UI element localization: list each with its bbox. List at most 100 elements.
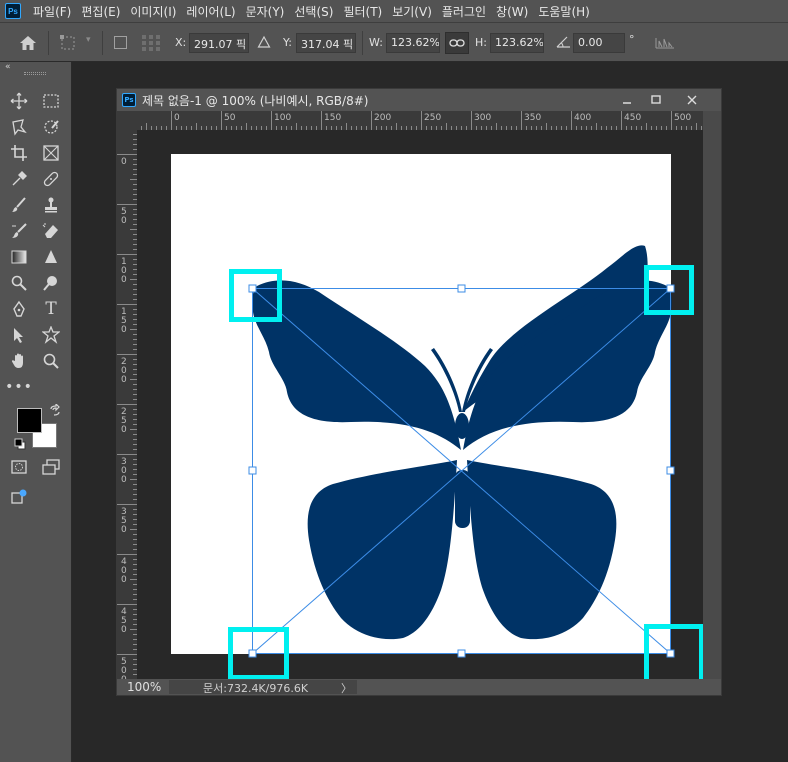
- reference-grid-icon: [140, 33, 162, 53]
- quick-mask-icon[interactable]: [6, 456, 32, 478]
- document-window: Ps 제목 없음-1 @ 100% (나비예시, RGB/8#) 0 50 100 1…: [116, 88, 722, 696]
- menu-plugins[interactable]: 플러그인: [437, 3, 491, 20]
- transform-handle-top-right[interactable]: [666, 284, 675, 293]
- ruler-v-label: 0: [121, 157, 127, 167]
- ruler-h-label: 500: [674, 113, 691, 123]
- pen-icon[interactable]: [6, 298, 32, 320]
- blur-icon[interactable]: [38, 246, 64, 268]
- lasso-icon[interactable]: [6, 116, 32, 138]
- transform-handle-right[interactable]: [666, 466, 675, 475]
- ruler-v-label: 0: [121, 575, 127, 585]
- menu-help[interactable]: 도움말(H): [533, 3, 595, 20]
- tools-panel: « T •••: [0, 62, 72, 762]
- menu-image[interactable]: 이미지(I): [125, 3, 181, 20]
- x-position-field[interactable]: 291.07 픽: [189, 33, 249, 53]
- menu-view[interactable]: 보기(V): [387, 3, 437, 20]
- menu-filter[interactable]: 필터(T): [338, 3, 387, 20]
- more-tools-icon[interactable]: •••: [5, 376, 32, 398]
- ruler-corner[interactable]: [117, 111, 137, 130]
- transform-handle-bottom-right[interactable]: [666, 649, 675, 658]
- ruler-v-label: 0: [121, 275, 127, 285]
- type-tool-icon[interactable]: T: [38, 298, 64, 320]
- crop-icon[interactable]: [6, 142, 32, 164]
- rotation-field[interactable]: 0.00: [573, 33, 625, 53]
- menu-select[interactable]: 선택(S): [289, 3, 338, 20]
- ruler-h-label: 0: [174, 113, 180, 123]
- gradient-icon[interactable]: [6, 246, 32, 268]
- zoom-icon[interactable]: [38, 350, 64, 372]
- default-colors-icon[interactable]: [14, 438, 26, 450]
- vertical-scrollbar[interactable]: [703, 111, 721, 679]
- menu-window[interactable]: 창(W): [491, 3, 533, 20]
- menu-layer[interactable]: 레이어(L): [181, 3, 240, 20]
- ruler-h-label: 50: [224, 113, 236, 123]
- minimize-icon[interactable]: [614, 91, 640, 109]
- swap-colors-icon[interactable]: [48, 402, 62, 418]
- ruler-h-label: 200: [374, 113, 391, 123]
- move-tool-icon[interactable]: [6, 90, 32, 112]
- transform-handle-bottom[interactable]: [457, 649, 466, 658]
- photoshop-logo-icon: Ps: [5, 3, 21, 19]
- frame-tool-icon[interactable]: [38, 142, 64, 164]
- width-field[interactable]: 123.62%: [386, 33, 440, 53]
- ruler-v-label: 0: [121, 425, 127, 435]
- foreground-color-swatch[interactable]: [17, 408, 42, 433]
- menu-bar: Ps 파일(F) 편집(E) 이미지(I) 레이어(L) 문자(Y) 선택(S)…: [0, 0, 788, 22]
- brush-icon[interactable]: [6, 194, 32, 216]
- close-icon[interactable]: [679, 91, 705, 109]
- separator: [48, 31, 49, 55]
- maximize-icon[interactable]: [643, 91, 669, 109]
- collapse-panel-icon[interactable]: «: [5, 62, 11, 72]
- chevron-down-icon[interactable]: ▾: [86, 35, 91, 45]
- history-brush-icon[interactable]: [6, 220, 32, 242]
- zoom-level[interactable]: 100%: [127, 680, 161, 694]
- h-label: H:: [475, 36, 487, 49]
- transform-handle-top-left[interactable]: [248, 284, 257, 293]
- y-position-field[interactable]: 317.04 픽: [296, 33, 356, 53]
- menu-type[interactable]: 문자(Y): [241, 3, 290, 20]
- ruler-h-label: 300: [474, 113, 491, 123]
- link-icon[interactable]: [445, 32, 469, 54]
- ruler-h-label: 150: [324, 113, 341, 123]
- path-selection-icon[interactable]: [6, 324, 32, 346]
- document-info[interactable]: 문서:732.4K/976.6K: [169, 680, 357, 695]
- quick-selection-icon[interactable]: [38, 116, 64, 138]
- menu-edit[interactable]: 편집(E): [76, 3, 125, 20]
- panel-grip[interactable]: [24, 72, 46, 75]
- transform-handle-top[interactable]: [457, 284, 466, 293]
- dodge-icon[interactable]: [6, 272, 32, 294]
- horizontal-ruler[interactable]: 0 50 100 150 200 250 300 350 400 450 500: [137, 111, 703, 130]
- screen-mode-icon[interactable]: [38, 456, 64, 478]
- clone-stamp-icon[interactable]: [38, 194, 64, 216]
- ruler-v-label: 0: [121, 375, 127, 385]
- highlight-top-left: [229, 269, 282, 322]
- document-title: 제목 없음-1 @ 100% (나비예시, RGB/8#): [142, 93, 369, 108]
- ruler-v-label: 0: [121, 216, 127, 226]
- sponge-icon[interactable]: [38, 272, 64, 294]
- hand-icon[interactable]: [6, 350, 32, 372]
- transform-handle-bottom-left[interactable]: [248, 649, 257, 658]
- ruler-v-label: 0: [121, 625, 127, 635]
- eraser-icon[interactable]: [38, 220, 64, 242]
- interpolation-icon[interactable]: [654, 35, 676, 49]
- reference-checkbox[interactable]: [114, 36, 127, 49]
- y-label: Y:: [283, 36, 292, 49]
- vertical-ruler[interactable]: 050100150200250300350400450500: [117, 130, 137, 679]
- healing-brush-icon[interactable]: [38, 168, 64, 190]
- rectangular-marquee-icon[interactable]: [38, 90, 64, 112]
- custom-shape-icon[interactable]: [38, 324, 64, 346]
- chevron-right-icon[interactable]: 〉: [341, 680, 352, 696]
- menu-file[interactable]: 파일(F): [28, 3, 76, 20]
- delta-icon[interactable]: [257, 35, 271, 49]
- transform-bounding-box[interactable]: [252, 288, 671, 654]
- document-ps-icon: Ps: [122, 93, 136, 107]
- reference-point-icon[interactable]: [58, 34, 80, 52]
- ruler-h-label: 450: [624, 113, 641, 123]
- separator: [102, 31, 103, 55]
- height-field[interactable]: 123.62%: [490, 33, 544, 53]
- canvas-area[interactable]: [137, 130, 703, 679]
- eyedropper-icon[interactable]: [6, 168, 32, 190]
- transform-handle-left[interactable]: [248, 466, 257, 475]
- home-icon[interactable]: [18, 34, 38, 52]
- share-icon[interactable]: [6, 486, 32, 508]
